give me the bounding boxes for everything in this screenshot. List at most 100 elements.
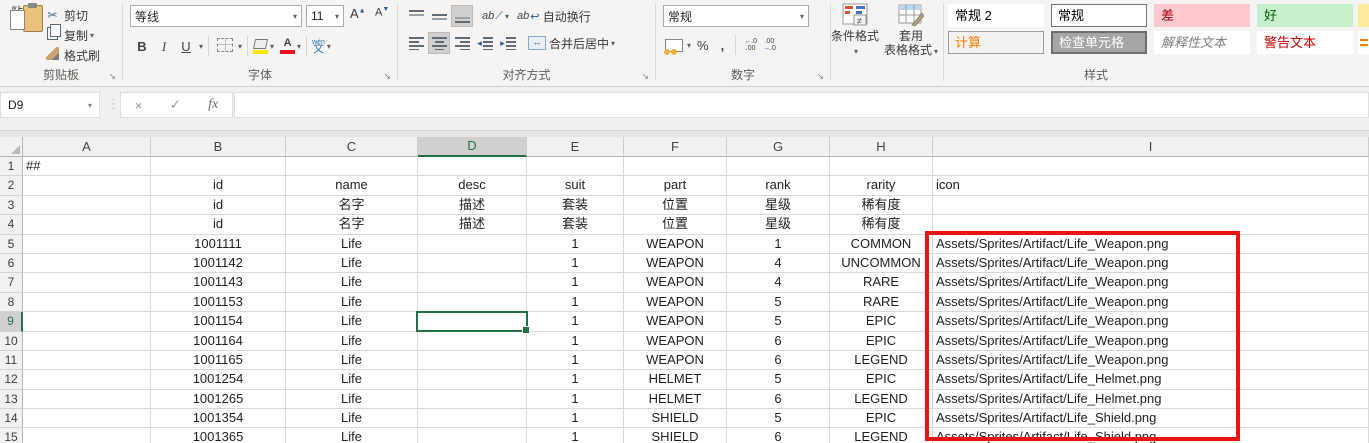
chevron-down-icon[interactable]: ▾ xyxy=(270,42,274,51)
fill-color-button[interactable] xyxy=(253,39,268,54)
cell-E7[interactable]: 1 xyxy=(527,273,624,292)
cell-F14[interactable]: SHIELD xyxy=(624,409,727,428)
cell-B10[interactable]: 1001164 xyxy=(151,332,286,351)
cell-D14[interactable] xyxy=(418,409,527,428)
cell-F3[interactable]: 位置 xyxy=(624,196,727,215)
cell-G12[interactable]: 5 xyxy=(727,370,830,389)
cell-B1[interactable] xyxy=(151,157,286,176)
cell-G6[interactable]: 4 xyxy=(727,254,830,273)
decrease-font-size-button[interactable]: A▼ xyxy=(375,6,389,19)
column-header-C[interactable]: C xyxy=(286,137,418,157)
cell-C14[interactable]: Life xyxy=(286,409,418,428)
cut-button[interactable]: ✂ 剪切 xyxy=(44,5,100,25)
decrease-decimal-button[interactable]: .00→.0 xyxy=(763,38,776,52)
cell-H10[interactable]: EPIC xyxy=(830,332,933,351)
cell-E6[interactable]: 1 xyxy=(527,254,624,273)
cell-H6[interactable]: UNCOMMON xyxy=(830,254,933,273)
cell-A12[interactable] xyxy=(23,370,151,389)
row-header-1[interactable]: 1 xyxy=(0,157,23,176)
cell-I7[interactable]: Assets/Sprites/Artifact/Life_Weapon.png xyxy=(933,273,1369,292)
cell-I2[interactable]: icon xyxy=(933,176,1369,195)
paste-button[interactable]: 粘贴 ▾ xyxy=(3,4,43,66)
cell-E3[interactable]: 套装 xyxy=(527,196,624,215)
cell-I9[interactable]: Assets/Sprites/Artifact/Life_Weapon.png xyxy=(933,312,1369,331)
chevron-down-icon[interactable]: ▾ xyxy=(199,42,203,51)
cell-D6[interactable] xyxy=(418,254,527,273)
cell-A14[interactable] xyxy=(23,409,151,428)
align-left-button[interactable] xyxy=(405,32,427,54)
cell-C6[interactable]: Life xyxy=(286,254,418,273)
cell-E4[interactable]: 套装 xyxy=(527,215,624,234)
cell-B9[interactable]: 1001154 xyxy=(151,312,286,331)
align-middle-button[interactable] xyxy=(428,5,450,27)
cell-F7[interactable]: WEAPON xyxy=(624,273,727,292)
cell-I1[interactable] xyxy=(933,157,1369,176)
format-painter-button[interactable]: 格式刷 xyxy=(44,45,100,65)
dialog-launcher-icon[interactable]: ↘ xyxy=(108,72,116,81)
cell-C12[interactable]: Life xyxy=(286,370,418,389)
cell-G7[interactable]: 4 xyxy=(727,273,830,292)
cell-C1[interactable] xyxy=(286,157,418,176)
name-box[interactable]: D9 ▾ xyxy=(0,92,100,118)
orientation-button[interactable]: ab ⟋ ▾ xyxy=(482,10,509,23)
dialog-launcher-icon[interactable]: ↘ xyxy=(383,72,391,81)
style-item-good[interactable]: 好 xyxy=(1257,4,1353,27)
cell-D2[interactable]: desc xyxy=(418,176,527,195)
copy-button[interactable]: 复制 ▾ xyxy=(44,25,100,45)
row-header-5[interactable]: 5 xyxy=(0,235,23,254)
style-item-check[interactable]: 检查单元格 xyxy=(1051,31,1147,54)
cell-I10[interactable]: Assets/Sprites/Artifact/Life_Weapon.png xyxy=(933,332,1369,351)
cell-C8[interactable]: Life xyxy=(286,293,418,312)
cell-F4[interactable]: 位置 xyxy=(624,215,727,234)
cell-C11[interactable]: Life xyxy=(286,351,418,370)
cell-A9[interactable] xyxy=(23,312,151,331)
cell-I5[interactable]: Assets/Sprites/Artifact/Life_Weapon.png xyxy=(933,235,1369,254)
cell-B13[interactable]: 1001265 xyxy=(151,390,286,409)
cell-D13[interactable] xyxy=(418,390,527,409)
cell-F15[interactable]: SHIELD xyxy=(624,428,727,443)
chevron-down-icon[interactable]: ▾ xyxy=(238,42,242,51)
cell-G3[interactable]: 星级 xyxy=(727,196,830,215)
align-bottom-button[interactable] xyxy=(451,5,473,27)
row-header-11[interactable]: 11 xyxy=(0,351,23,370)
style-item-warning[interactable]: 警告文本 xyxy=(1257,31,1353,54)
cell-I13[interactable]: Assets/Sprites/Artifact/Life_Helmet.png xyxy=(933,390,1369,409)
cell-H3[interactable]: 稀有度 xyxy=(830,196,933,215)
style-item-linked-partial[interactable] xyxy=(1358,31,1369,54)
cell-G15[interactable]: 6 xyxy=(727,428,830,443)
font-color-button[interactable]: A xyxy=(280,38,295,54)
align-top-button[interactable] xyxy=(405,5,427,27)
row-header-8[interactable]: 8 xyxy=(0,293,23,312)
cell-H11[interactable]: LEGEND xyxy=(830,351,933,370)
cell-C3[interactable]: 名字 xyxy=(286,196,418,215)
column-header-F[interactable]: F xyxy=(624,137,727,157)
cell-G11[interactable]: 6 xyxy=(727,351,830,370)
cell-H14[interactable]: EPIC xyxy=(830,409,933,428)
enter-button[interactable]: ✓ xyxy=(170,97,181,113)
chevron-down-icon[interactable]: ▾ xyxy=(687,41,691,50)
cell-B15[interactable]: 1001365 xyxy=(151,428,286,443)
dialog-launcher-icon[interactable]: ↘ xyxy=(641,72,649,81)
cell-B3[interactable]: id xyxy=(151,196,286,215)
cell-E2[interactable]: suit xyxy=(527,176,624,195)
cell-G1[interactable] xyxy=(727,157,830,176)
cell-C9[interactable]: Life xyxy=(286,312,418,331)
cell-G9[interactable]: 5 xyxy=(727,312,830,331)
cell-H9[interactable]: EPIC xyxy=(830,312,933,331)
font-name-combo[interactable]: 等线 ▾ xyxy=(130,5,302,27)
row-header-6[interactable]: 6 xyxy=(0,254,23,273)
cell-A3[interactable] xyxy=(23,196,151,215)
row-header-13[interactable]: 13 xyxy=(0,390,23,409)
cell-D4[interactable]: 描述 xyxy=(418,215,527,234)
bold-button[interactable]: B xyxy=(133,39,151,54)
percent-style-button[interactable]: % xyxy=(697,38,709,53)
cell-G4[interactable]: 星级 xyxy=(727,215,830,234)
row-header-9[interactable]: 9 xyxy=(0,312,23,331)
cell-H13[interactable]: LEGEND xyxy=(830,390,933,409)
column-header-B[interactable]: B xyxy=(151,137,286,157)
cell-A4[interactable] xyxy=(23,215,151,234)
cell-H15[interactable]: LEGEND xyxy=(830,428,933,443)
cell-H1[interactable] xyxy=(830,157,933,176)
cell-C2[interactable]: name xyxy=(286,176,418,195)
cell-F1[interactable] xyxy=(624,157,727,176)
